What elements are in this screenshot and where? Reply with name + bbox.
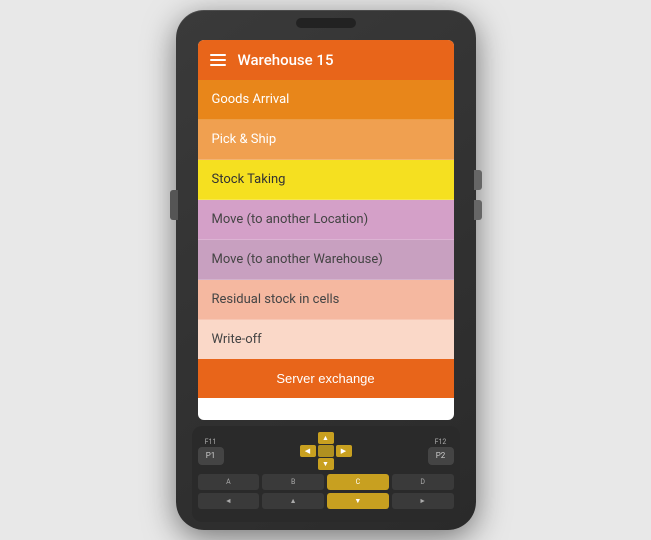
side-button-right-top[interactable] <box>474 170 482 190</box>
key-d[interactable]: D <box>392 474 454 490</box>
key-g[interactable]: ▼ <box>327 493 389 509</box>
menu-item-write-off[interactable]: Write-off <box>198 320 454 359</box>
key-e[interactable]: ◄ <box>198 493 260 509</box>
menu-item-residual-stock[interactable]: Residual stock in cells <box>198 280 454 320</box>
nav-down-button[interactable]: ▼ <box>318 458 334 470</box>
menu-item-pick-ship[interactable]: Pick & Ship <box>198 120 454 160</box>
device-top-bump <box>296 18 356 28</box>
nav-right-button[interactable]: ▶ <box>336 445 352 457</box>
keypad-row-efgh: ◄ ▲ ▼ ► <box>198 493 454 509</box>
hamburger-icon[interactable] <box>210 54 226 66</box>
menu-list: Goods Arrival Pick & Ship Stock Taking M… <box>198 80 454 359</box>
nav-center-button[interactable] <box>318 445 334 457</box>
app-title: Warehouse 15 <box>238 51 334 69</box>
key-b[interactable]: B <box>262 474 324 490</box>
side-button-right-bottom[interactable] <box>474 200 482 220</box>
menu-item-move-warehouse[interactable]: Move (to another Warehouse) <box>198 240 454 280</box>
key-c[interactable]: C <box>327 474 389 490</box>
keypad-row-fn: F11 P1 ▲ ◀ ▶ ▼ <box>198 432 454 470</box>
keypad-row-abc: A B C D <box>198 474 454 490</box>
menu-item-stock-taking[interactable]: Stock Taking <box>198 160 454 200</box>
p2-key[interactable]: P2 <box>428 447 454 465</box>
menu-item-goods-arrival[interactable]: Goods Arrival <box>198 80 454 120</box>
menu-item-move-location[interactable]: Move (to another Location) <box>198 200 454 240</box>
server-exchange-button[interactable]: Server exchange <box>198 359 454 398</box>
f11-label: F11 <box>205 438 217 446</box>
nav-up-button[interactable]: ▲ <box>318 432 334 444</box>
p1-key[interactable]: P1 <box>198 447 224 465</box>
keypad-area: F11 P1 ▲ ◀ ▶ ▼ <box>192 426 460 522</box>
side-button-left[interactable] <box>170 190 178 220</box>
key-a[interactable]: A <box>198 474 260 490</box>
f12-label: F12 <box>435 438 447 446</box>
nav-left-button[interactable]: ◀ <box>300 445 316 457</box>
device-body: Warehouse 15 Goods Arrival Pick & Ship S… <box>176 10 476 530</box>
screen: Warehouse 15 Goods Arrival Pick & Ship S… <box>198 40 454 420</box>
app-header: Warehouse 15 <box>198 40 454 80</box>
mobile-device: Warehouse 15 Goods Arrival Pick & Ship S… <box>176 10 476 530</box>
nav-cluster: ▲ ◀ ▶ ▼ <box>300 432 352 470</box>
key-f[interactable]: ▲ <box>262 493 324 509</box>
key-h[interactable]: ► <box>392 493 454 509</box>
